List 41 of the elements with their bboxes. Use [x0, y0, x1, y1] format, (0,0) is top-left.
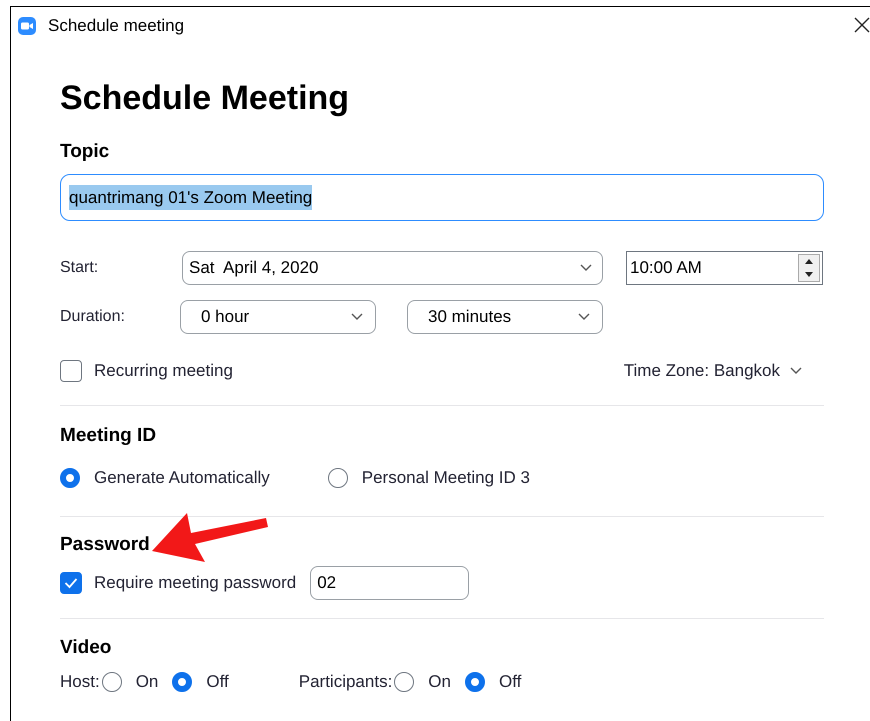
app-logo-icon [18, 16, 36, 34]
section-title: Meeting ID [60, 424, 156, 448]
radio-label: Personal Meeting ID 3 [362, 467, 530, 490]
close-icon[interactable] [854, 16, 870, 32]
checkmark-icon [64, 577, 78, 589]
radio-button[interactable] [394, 672, 414, 692]
checkbox-label: Require meeting password [94, 572, 296, 594]
checkbox-label: Recurring meeting [94, 360, 233, 382]
spinner-icon[interactable] [798, 254, 820, 282]
date-dropdown[interactable]: Sat April 4, 2020 [182, 251, 603, 285]
radio-label: Off [498, 671, 522, 694]
time-field[interactable]: 10:00 AM [626, 251, 823, 285]
section-title: Topic [60, 140, 110, 164]
dialog-heading: Schedule Meeting [60, 78, 350, 118]
hours-dropdown[interactable]: 0 hour [180, 300, 376, 334]
radio-button[interactable] [102, 672, 122, 692]
field-label: Participants: [298, 671, 392, 694]
chevron-down-icon [580, 264, 592, 272]
field-label: Host: [60, 671, 100, 694]
section-title: Password [60, 533, 150, 557]
checkbox[interactable] [60, 572, 82, 594]
minutes-dropdown[interactable]: 30 minutes [407, 300, 603, 334]
radio-button[interactable] [172, 672, 192, 692]
topic-field[interactable]: quantrimang 01's Zoom Meeting [60, 174, 824, 221]
field-label: Duration: [60, 307, 126, 327]
radio-button[interactable] [328, 468, 348, 488]
radio-label: On [428, 671, 451, 694]
chevron-down-icon [578, 313, 590, 321]
chevron-down-icon [351, 313, 363, 321]
radio-label: On [136, 671, 158, 694]
time-zone-dropdown[interactable]: Time Zone: Bangkok [624, 358, 802, 384]
field-label: Start: [60, 258, 100, 278]
radio-button[interactable] [464, 672, 485, 692]
radio-label: Off [206, 671, 229, 694]
window-title: Schedule meeting [48, 14, 184, 37]
password-field[interactable]: 02 [310, 566, 470, 600]
radio-button[interactable] [60, 468, 80, 488]
chevron-down-icon [790, 367, 802, 375]
section-title: Video [60, 636, 112, 660]
radio-label: Generate Automatically [94, 467, 270, 490]
checkbox[interactable] [60, 360, 82, 382]
